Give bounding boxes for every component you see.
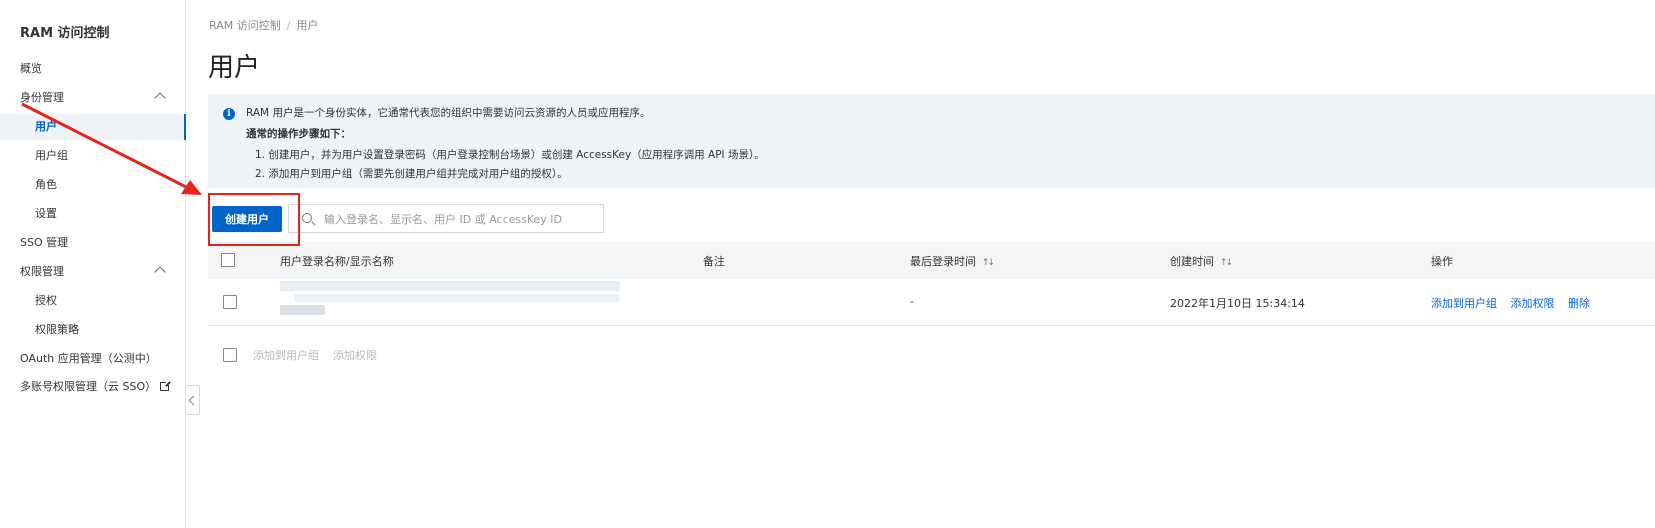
annotation-arrow [21,102,202,195]
